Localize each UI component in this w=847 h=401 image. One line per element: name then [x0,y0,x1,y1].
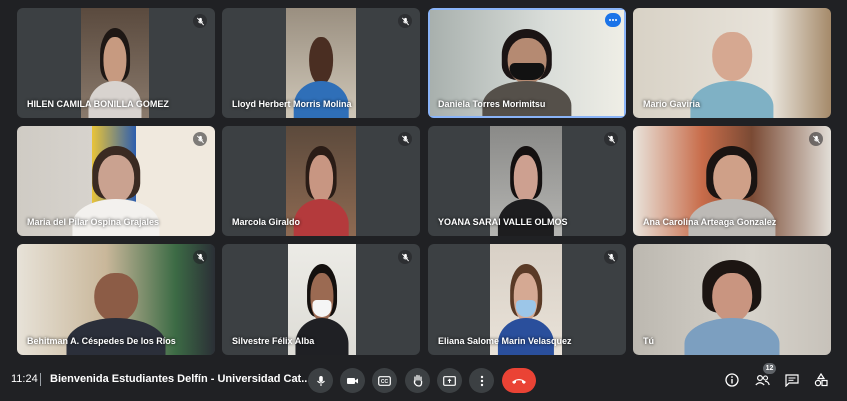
participant-name: Silvestre Félix Alba [232,336,315,346]
participant-name: Behitman A. Céspedes De los Ríos [27,336,176,346]
participant-tile[interactable]: Silvestre Félix Alba [222,244,420,355]
chat-icon [785,373,799,387]
chat-button[interactable] [782,370,802,390]
participant-tile[interactable]: YOANA SARAI VALLE OLMOS [428,126,626,236]
muted-mic-icon [193,250,207,264]
more-options-button[interactable] [469,368,494,393]
participant-name: Marcola Giraldo [232,217,301,227]
participant-name: Tú [643,336,654,346]
end-call-button[interactable] [502,368,536,393]
clock: 11:24 [11,373,38,385]
captions-icon: CC [378,375,391,386]
participant-name: Eliana Salome Marin Velasquez [438,336,572,346]
raise-hand-icon [413,374,422,387]
participant-name: Lloyd Herbert Morris Molina [232,99,352,109]
bottom-toolbar: 11:24 Bienvenida Estudiantes Delfín - Un… [0,360,847,401]
mic-icon [316,375,325,386]
more-options-icon [480,375,483,386]
muted-mic-icon [193,132,207,146]
participant-name: Maria del Pilar Ospina Grajales [27,217,160,227]
muted-mic-icon [398,250,412,264]
svg-text:CC: CC [381,379,389,385]
participant-tile[interactable]: Mario Gaviria [633,8,831,118]
muted-mic-icon [193,14,207,28]
end-call-icon [512,378,526,384]
activities-button[interactable] [811,370,831,390]
video-feed [633,244,831,355]
muted-mic-icon [604,250,618,264]
participant-name: Mario Gaviria [643,99,701,109]
muted-mic-icon [398,132,412,146]
mic-button[interactable] [308,368,333,393]
muted-mic-icon [809,132,823,146]
participant-name: YOANA SARAI VALLE OLMOS [438,217,568,227]
participant-name: HILEN CAMILA BONILLA GOMEZ [27,99,169,109]
raise-hand-button[interactable] [405,368,430,393]
meeting-info-button[interactable] [722,370,742,390]
activities-icon [814,373,828,387]
people-icon [754,374,770,386]
participant-tile[interactable]: Marcola Giraldo [222,126,420,236]
participant-name: Ana Carolina Arteaga Gonzalez [643,217,777,227]
participant-name: Daniela Torres Morimitsu [438,99,546,109]
participant-count-badge: 12 [763,363,776,374]
muted-mic-icon [398,14,412,28]
camera-button[interactable] [340,368,365,393]
participant-tile-self[interactable]: Tú [633,244,831,355]
participant-tile[interactable]: Eliana Salome Marin Velasquez [428,244,626,355]
participant-tile[interactable]: HILEN CAMILA BONILLA GOMEZ [17,8,215,118]
participant-tile[interactable]: Behitman A. Céspedes De los Ríos [17,244,215,355]
meeting-title: Bienvenida Estudiantes Delfín - Universi… [50,373,311,385]
info-icon [725,373,739,387]
muted-mic-icon [604,132,618,146]
participant-tile-active[interactable]: Daniela Torres Morimitsu [428,8,626,118]
participant-tile[interactable]: Maria del Pilar Ospina Grajales [17,126,215,236]
participant-tile[interactable]: Lloyd Herbert Morris Molina [222,8,420,118]
participant-tile[interactable]: Ana Carolina Arteaga Gonzalez [633,126,831,236]
present-button[interactable] [437,368,462,393]
camera-icon [347,377,358,384]
present-screen-icon [443,375,456,386]
more-options-icon[interactable] [605,13,621,27]
captions-button[interactable]: CC [372,368,397,393]
divider [40,373,41,386]
